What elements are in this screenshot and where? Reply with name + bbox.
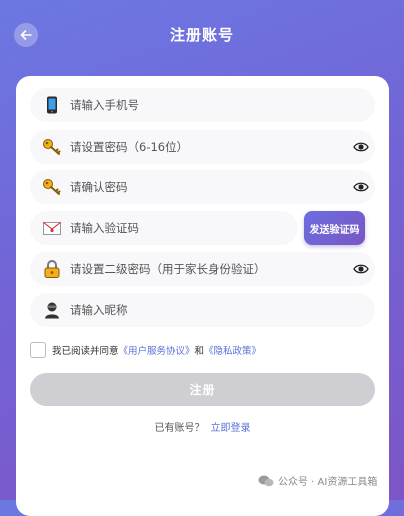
agreement-prefix: 我已阅读并同意 (52, 346, 119, 357)
phone-icon (40, 95, 64, 115)
register-button[interactable]: 注册 (30, 373, 375, 406)
watermark: 公众号 · AI资源工具箱 (258, 473, 377, 488)
lock-icon (40, 259, 64, 279)
page-title: 注册账号 (169, 26, 234, 44)
header: 注册账号 (0, 0, 404, 72)
eye-icon[interactable] (353, 261, 369, 277)
nickname-field[interactable]: 请输入昵称 (30, 293, 375, 327)
nickname-placeholder: 请输入昵称 (70, 303, 128, 317)
terms-link[interactable]: 《用户服务协议》 (119, 343, 195, 357)
send-code-button[interactable]: 发送验证码 (304, 211, 365, 245)
confirm-password-placeholder: 请确认密码 (70, 180, 128, 194)
verify-code-placeholder: 请输入验证码 (70, 221, 139, 235)
envelope-icon (40, 218, 64, 238)
login-row: 已有账号？ 立即登录 (16, 419, 389, 434)
login-prompt: 已有账号？ (154, 423, 205, 434)
watermark-text: 公众号 · AI资源工具箱 (278, 477, 378, 488)
confirm-password-field[interactable]: 请确认密码 (30, 170, 375, 204)
verify-code-field[interactable]: 请输入验证码 (30, 211, 298, 245)
phone-placeholder: 请输入手机号 (70, 98, 139, 112)
eye-icon[interactable] (353, 139, 369, 155)
secondary-password-placeholder: 请设置二级密码（用于家长身份验证） (70, 262, 266, 276)
agree-checkbox[interactable] (30, 342, 46, 358)
password-field[interactable]: 请设置密码（6-16位） (30, 130, 375, 164)
key-icon (40, 177, 64, 197)
privacy-link[interactable]: 《隐私政策》 (204, 343, 261, 357)
password-placeholder: 请设置密码（6-16位） (70, 140, 189, 154)
wechat-icon (258, 475, 274, 486)
secondary-password-field[interactable]: 请设置二级密码（用于家长身份验证） (30, 252, 375, 286)
user-icon (40, 300, 64, 320)
register-card: 请输入手机号 请设置密码（6-16位） 请确认密码 请输入验证码 发送验证码 请… (16, 76, 389, 516)
login-link[interactable]: 立即登录 (211, 423, 251, 434)
agreement-row: 我已阅读并同意 《用户服务协议》 和 《隐私政策》 (30, 341, 261, 359)
phone-field[interactable]: 请输入手机号 (30, 88, 375, 122)
eye-icon[interactable] (353, 179, 369, 195)
key-icon (40, 137, 64, 157)
agreement-and: 和 (194, 346, 205, 357)
